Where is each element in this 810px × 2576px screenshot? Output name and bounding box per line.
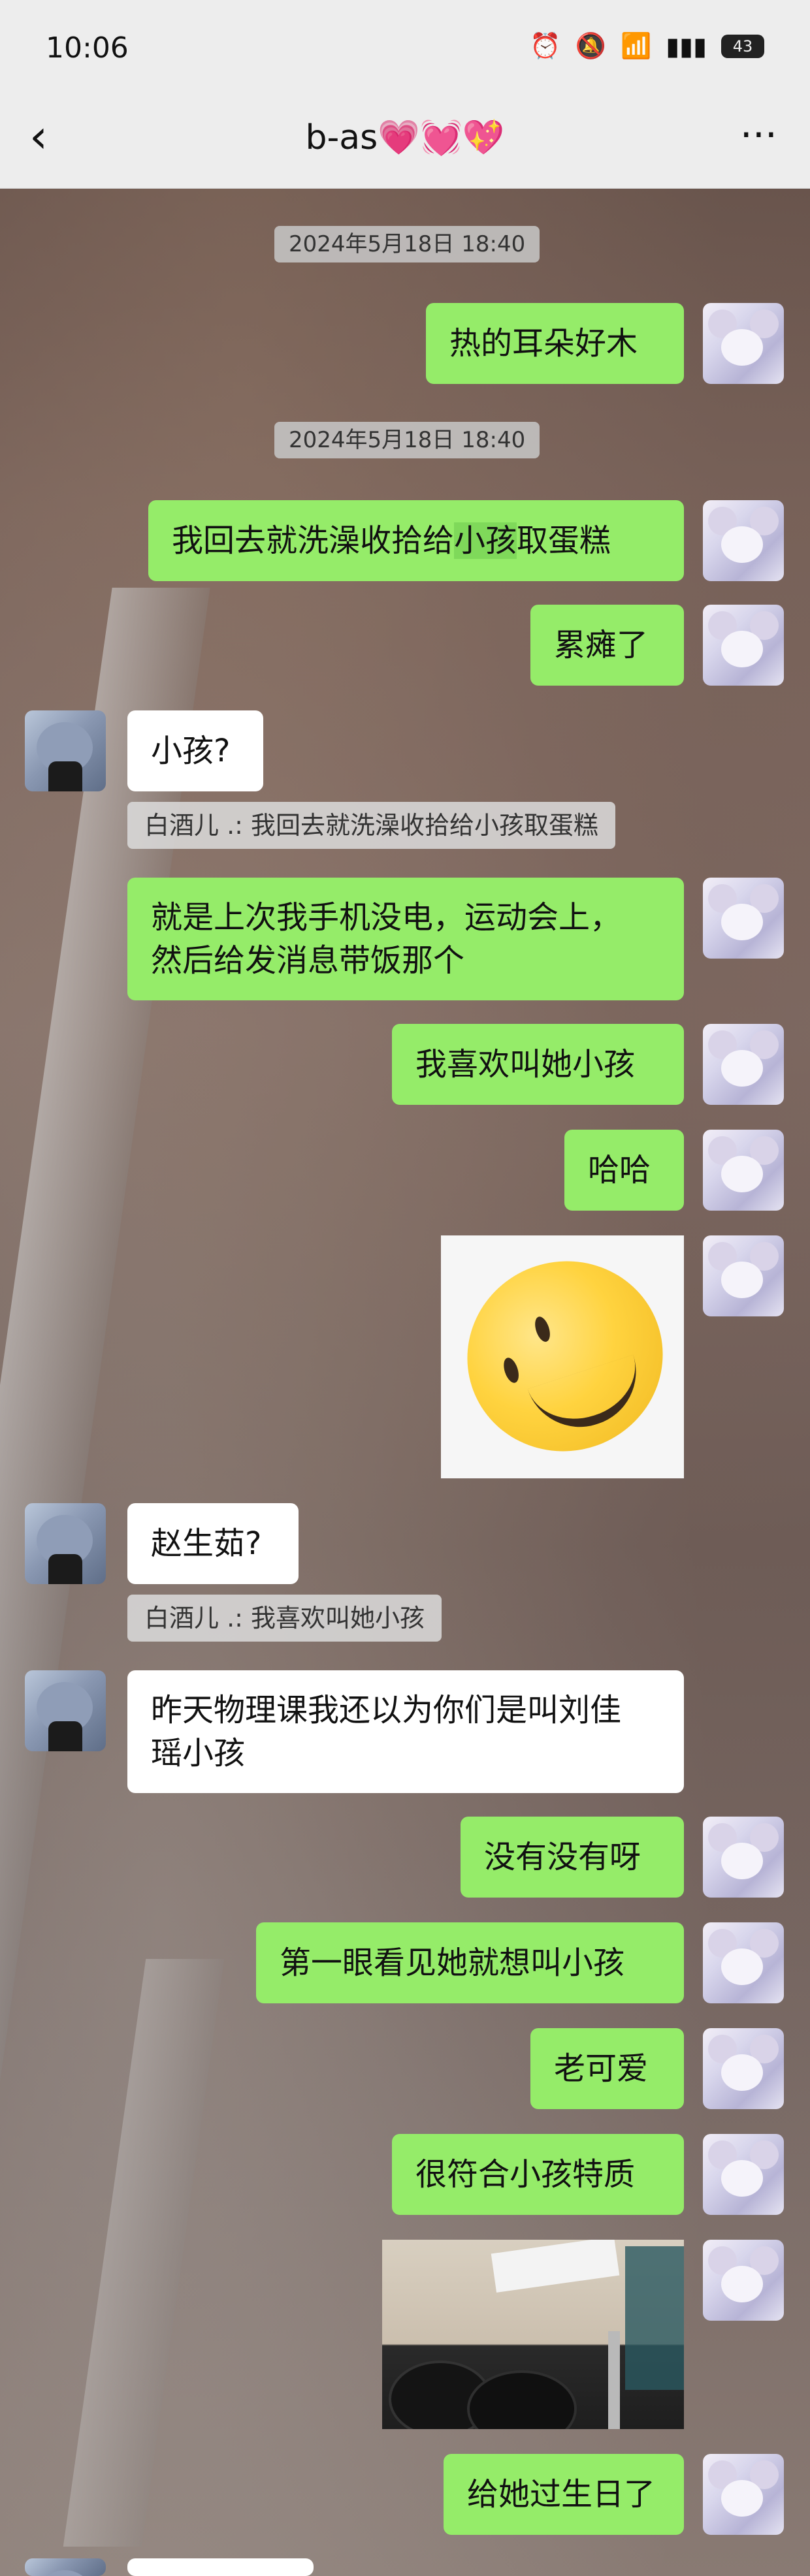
message-bubble-incoming[interactable] bbox=[127, 2558, 314, 2576]
avatar-self[interactable] bbox=[703, 303, 784, 384]
quoted-message[interactable]: 白酒儿 .: 我喜欢叫她小孩 bbox=[127, 1595, 442, 1642]
message-text: 瑶小孩 bbox=[151, 1735, 246, 1772]
highlighted-text: 小孩 bbox=[454, 522, 517, 559]
message-bubble-outgoing[interactable]: 热的耳朵好木 bbox=[426, 303, 684, 384]
avatar-self[interactable] bbox=[703, 1922, 784, 2003]
status-time: 10:06 bbox=[46, 31, 129, 65]
chat-title: b-as💗💓💖 bbox=[305, 118, 505, 157]
avatar-self[interactable] bbox=[703, 2454, 784, 2535]
battery-icon: 43 bbox=[721, 34, 764, 58]
message-bubble-outgoing[interactable]: 给她过生日了 bbox=[444, 2454, 684, 2535]
message-text: 我回去就洗澡收拾给 bbox=[172, 522, 455, 559]
avatar-contact[interactable] bbox=[25, 1503, 106, 1584]
chat-header: ‹ b-as💗💓💖 ··· bbox=[0, 91, 810, 189]
message-bubble-outgoing[interactable]: 我喜欢叫她小孩 bbox=[392, 1024, 684, 1105]
message-bubble-outgoing[interactable]: 第一眼看见她就想叫小孩 bbox=[256, 1922, 684, 2003]
status-icons: ⏰ 🔕 📶 ▮▮▮ 43 bbox=[530, 31, 764, 61]
message-text: 然后给发消息带饭那个 bbox=[151, 942, 465, 979]
avatar-self[interactable] bbox=[703, 2240, 784, 2321]
message-text: 就是上次我手机没电，运动会上， bbox=[151, 899, 622, 936]
sticker-image[interactable] bbox=[441, 1235, 684, 1478]
avatar-self[interactable] bbox=[703, 1817, 784, 1898]
message-bubble-outgoing[interactable]: 哈哈 bbox=[564, 1130, 684, 1211]
timestamp: 2024年5月18日 18:40 bbox=[274, 422, 540, 458]
avatar-self[interactable] bbox=[703, 2028, 784, 2109]
avatar-contact[interactable] bbox=[25, 710, 106, 791]
quoted-message[interactable]: 白酒儿 .: 我回去就洗澡收拾给小孩取蛋糕 bbox=[127, 802, 616, 849]
message-bubble-outgoing[interactable]: 老可爱 bbox=[530, 2028, 684, 2109]
avatar-contact[interactable] bbox=[25, 2558, 106, 2576]
status-bar: 10:06 ⏰ 🔕 📶 ▮▮▮ 43 bbox=[0, 0, 810, 91]
avatar-self[interactable] bbox=[703, 1130, 784, 1211]
avatar-contact[interactable] bbox=[25, 1670, 106, 1751]
signal-5g-icon: ▮▮▮ bbox=[666, 31, 707, 61]
avatar-self[interactable] bbox=[703, 878, 784, 959]
timestamp: 2024年5月18日 18:40 bbox=[274, 226, 540, 262]
message-bubble-outgoing[interactable]: 我回去就洗澡收拾给小孩取蛋糕 bbox=[148, 500, 684, 581]
message-bubble-incoming[interactable]: 昨天物理课我还以为你们是叫刘佳 瑶小孩 bbox=[127, 1670, 684, 1793]
message-text: 昨天物理课我还以为你们是叫刘佳 bbox=[151, 1692, 622, 1728]
message-text: 取蛋糕 bbox=[517, 522, 611, 559]
alarm-icon: ⏰ bbox=[530, 31, 561, 60]
message-bubble-outgoing[interactable]: 累瘫了 bbox=[530, 605, 684, 686]
message-list[interactable]: 2024年5月18日 18:40 热的耳朵好木 2024年5月18日 18:40… bbox=[0, 188, 810, 2576]
avatar-self[interactable] bbox=[703, 1024, 784, 1105]
message-bubble-outgoing[interactable]: 没有没有呀 bbox=[461, 1817, 684, 1898]
wifi-icon: 📶 bbox=[620, 31, 652, 60]
message-bubble-incoming[interactable]: 赵生茹? bbox=[127, 1503, 299, 1584]
laughing-face-sticker bbox=[442, 1235, 684, 1477]
message-bubble-outgoing[interactable]: 很符合小孩特质 bbox=[392, 2134, 684, 2215]
avatar-self[interactable] bbox=[703, 2134, 784, 2215]
avatar-self[interactable] bbox=[703, 605, 784, 686]
more-icon[interactable]: ··· bbox=[740, 112, 777, 158]
avatar-self[interactable] bbox=[703, 1235, 784, 1316]
message-bubble-outgoing[interactable]: 就是上次我手机没电，运动会上， 然后给发消息带饭那个 bbox=[127, 878, 684, 1000]
battery-level: 43 bbox=[732, 37, 753, 56]
mute-icon: 🔕 bbox=[575, 31, 606, 60]
photo-image[interactable] bbox=[382, 2240, 684, 2429]
message-bubble-incoming[interactable]: 小孩? bbox=[127, 710, 263, 791]
avatar-self[interactable] bbox=[703, 500, 784, 581]
